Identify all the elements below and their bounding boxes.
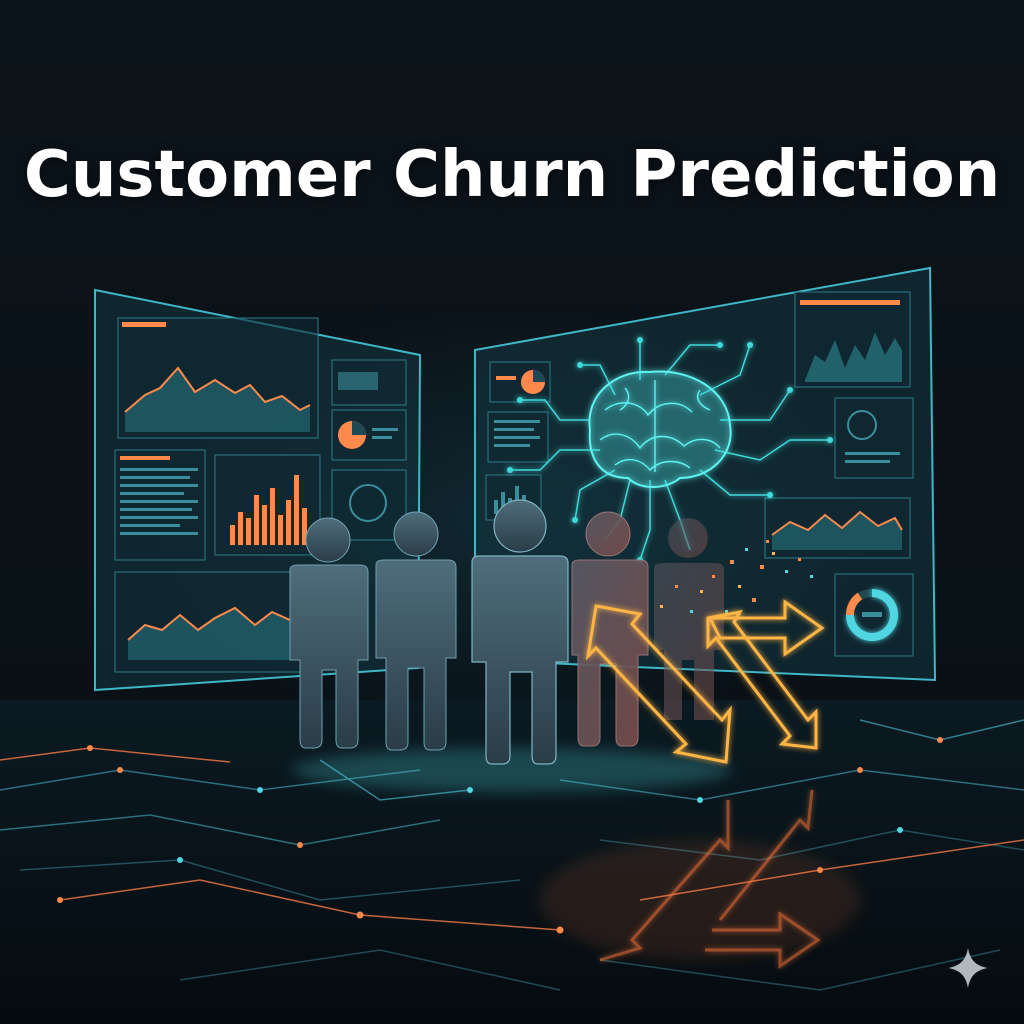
scene: Customer Churn Prediction: [0, 0, 1024, 1024]
card-header-bar: [122, 322, 166, 327]
left-dashboard-panel: [94, 288, 422, 692]
sparkle-icon: [948, 948, 988, 988]
text-card: [114, 449, 206, 561]
illustration: [0, 266, 1024, 1024]
